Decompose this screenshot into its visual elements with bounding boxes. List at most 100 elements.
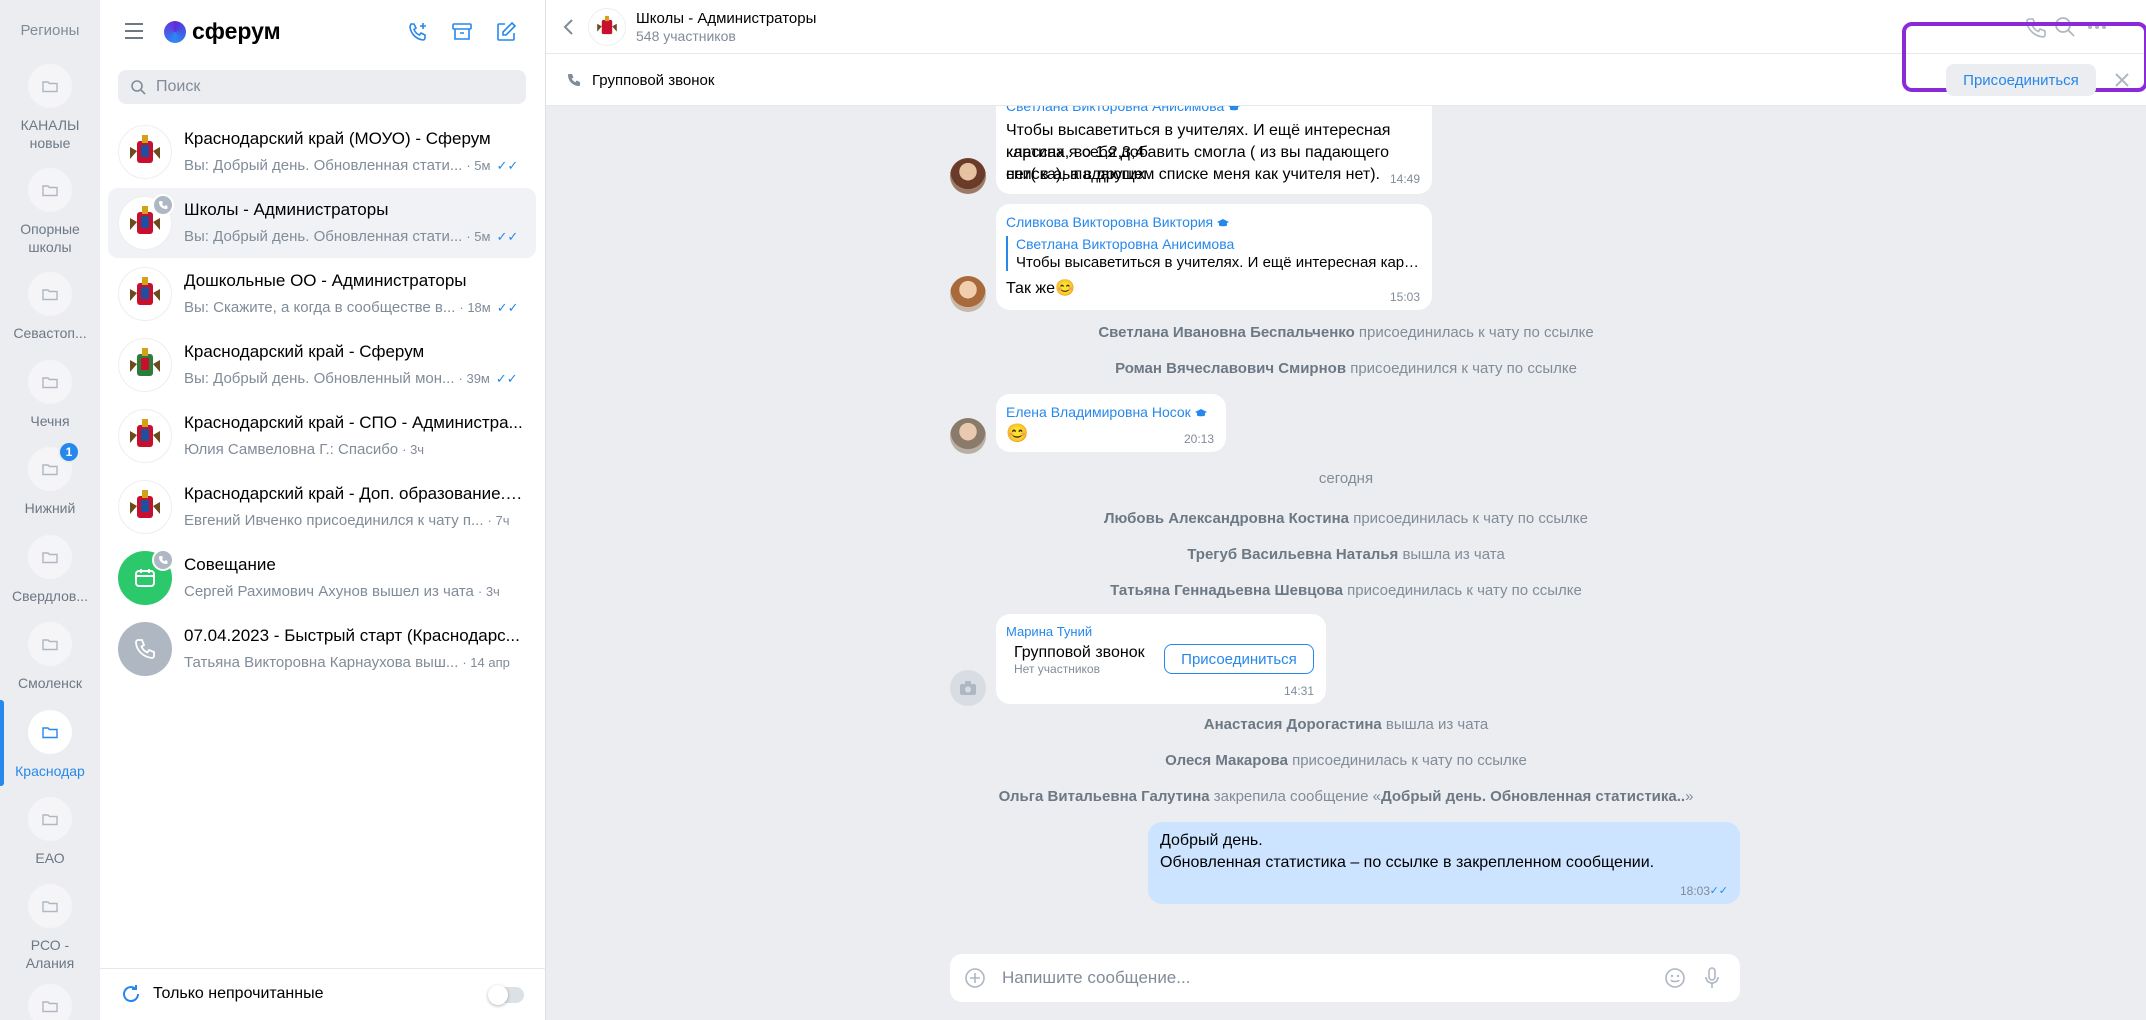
message-bubble[interactable]: Елена Владимировна Носок 😊 20:13 (996, 394, 1226, 452)
compose-icon[interactable] (494, 20, 518, 44)
call-card-participants: Нет участников (1014, 662, 1100, 676)
chat-avatar[interactable] (588, 8, 626, 46)
active-call-badge-icon (152, 194, 174, 216)
chat-item[interactable]: Дошкольные ОО - Администраторы Вы: Скажи… (108, 259, 536, 329)
folder-rso-alania[interactable]: РСО - Алания (4, 884, 96, 972)
folders-rail: Регионы КАНАЛЫ новые Опорные школы Севас… (0, 0, 100, 1020)
chat-item[interactable]: Совещание Сергей Рахимович Ахунов вышел … (108, 543, 536, 613)
service-message: Любовь Александровна Костина присоединил… (1104, 510, 1588, 527)
folder-sevastopol[interactable]: Севастоп... (4, 272, 96, 342)
sferum-logo: сферум (164, 18, 281, 45)
teacher-cap-icon (1217, 219, 1230, 227)
close-icon[interactable] (2112, 70, 2132, 90)
microphone-icon[interactable] (1704, 966, 1720, 990)
unread-filter-bar: Только непрочитанные (100, 968, 546, 1020)
folder-icon (28, 797, 72, 841)
teacher-cap-icon (1228, 106, 1241, 111)
search-input[interactable] (156, 78, 516, 96)
teacher-cap-icon (1194, 409, 1207, 417)
unread-only-label: Только непрочитанные (153, 985, 324, 1002)
pinned-message-notice[interactable]: Ольга Витальевна Галутина закрепила сооб… (546, 788, 2146, 805)
read-check-icon: ✓✓ (496, 157, 519, 173)
service-message: Татьяна Геннадьевна Шевцова присоединила… (1110, 582, 1582, 599)
folder-eao[interactable]: ЕАО (4, 797, 96, 867)
folder-icon (28, 984, 72, 1020)
folder-icon (28, 884, 72, 928)
service-message: Светлана Ивановна Беспальченко присоедин… (1098, 324, 1594, 341)
unread-badge: 1 (58, 441, 80, 463)
refresh-chat-icon (123, 985, 140, 1003)
service-message: Анастасия Дорогастина вышла из чата (1203, 716, 1489, 733)
krasnodar-coat-of-arms-avatar (118, 267, 172, 321)
attach-plus-icon[interactable] (964, 967, 986, 989)
read-check-icon: ✓✓ (496, 228, 519, 244)
archive-icon[interactable] (450, 20, 474, 44)
message-composer (950, 954, 1740, 1002)
active-call-badge-icon (152, 549, 174, 571)
service-message: Роман Вячеславович Смирнов присоединился… (1115, 360, 1577, 377)
brand-name: сферум (192, 18, 281, 44)
rail-title: Регионы (20, 22, 80, 39)
folder-icon (28, 360, 72, 404)
service-message: Трегуб Васильевна Наталья вышла из чата (1187, 546, 1505, 563)
folder-sverdlovsk[interactable]: Свердлов... (4, 535, 96, 605)
reply-quote[interactable]: Светлана Викторовна Анисимова Чтобы выса… (1006, 236, 1422, 271)
group-call-message[interactable]: Марина Туний Групповой звонок Нет участн… (996, 614, 1326, 704)
chat-list-header: сферум (100, 0, 546, 64)
chat-item[interactable]: Краснодарский край - СПО - Администра...… (108, 401, 536, 471)
folder-nizhny[interactable]: 1 Нижний (4, 441, 96, 517)
folder-icon (28, 168, 72, 212)
folder-channels-new[interactable]: КАНАЛЫ новые (4, 64, 96, 152)
read-check-icon: ✓✓ (496, 299, 519, 315)
chat-item[interactable]: Краснодарский край - Доп. образование. .… (108, 472, 536, 542)
message-bubble[interactable]: Светлана Викторовна Анисимова Чтобы выса… (996, 106, 1432, 190)
krasnodar-coat-of-arms-avatar (118, 125, 172, 179)
chat-view: Школы - Администраторы 548 участников Гр… (546, 0, 2146, 1020)
user-avatar[interactable] (950, 418, 986, 454)
chat-list-panel: сферум Краснодарский край (МОУО) - Сферу… (100, 0, 546, 1020)
read-check-icon: ✓✓ (495, 370, 518, 386)
camera-icon (960, 681, 976, 695)
outgoing-message-bubble[interactable]: Добрый день. Обновленная статистика – по… (1148, 822, 1740, 904)
folder-base-schools[interactable]: Опорные школы (4, 168, 96, 256)
folder-smolensk[interactable]: Смоленск (4, 622, 96, 692)
new-call-icon[interactable] (406, 20, 430, 44)
user-avatar[interactable] (950, 158, 986, 194)
folder-icon: 1 (28, 441, 80, 491)
message-bubble[interactable]: Сливкова Викторовна Виктория Светлана Ви… (996, 204, 1432, 310)
folder-krasnodar[interactable]: Краснодар (4, 710, 96, 780)
group-call-label: Групповой звонок (592, 72, 715, 89)
message-input[interactable] (1002, 966, 1642, 990)
service-message: Олеся Макарова присоединилась к чату по … (1165, 752, 1527, 769)
folder-chechnya[interactable]: Чечня (4, 360, 96, 430)
join-call-button[interactable]: Присоединиться (1946, 64, 2096, 96)
folder-icon (28, 272, 72, 316)
join-call-inline-button[interactable]: Присоединиться (1164, 644, 1314, 674)
chat-item[interactable]: Краснодарский край (МОУО) - Сферум Вы: Д… (108, 117, 536, 187)
call-card-title: Групповой звонок (1014, 644, 1145, 661)
krasnodar-coat-of-arms-avatar (118, 480, 172, 534)
search-icon (131, 80, 146, 95)
folder-icon (28, 535, 72, 579)
date-divider: сегодня (1318, 470, 1374, 487)
chat-item[interactable]: Краснодарский край - Сферум Вы: Добрый д… (108, 330, 536, 400)
folder-icon (28, 622, 72, 666)
krasnodar-coat-of-arms-avatar (118, 338, 172, 392)
user-avatar[interactable] (950, 276, 986, 312)
call-avatar (118, 622, 172, 676)
search-box[interactable] (118, 70, 526, 104)
chat-title[interactable]: Школы - Администраторы (636, 10, 816, 27)
unread-only-toggle[interactable] (488, 985, 524, 1005)
chat-item-active[interactable]: Школы - Администраторы Вы: Добрый день. … (108, 188, 536, 258)
read-check-icon: ✓✓ (1709, 885, 1728, 897)
folder-more[interactable] (4, 984, 96, 1020)
phone-icon (568, 74, 580, 86)
members-count[interactable]: 548 участников (636, 28, 736, 44)
folder-icon (28, 64, 72, 108)
back-icon[interactable] (562, 18, 576, 36)
krasnodar-coat-of-arms-avatar (118, 409, 172, 463)
chat-item[interactable]: 07.04.2023 - Быстрый старт (Краснодарс..… (108, 614, 536, 684)
user-avatar[interactable] (950, 670, 986, 706)
menu-icon[interactable] (124, 22, 144, 40)
emoji-icon[interactable] (1664, 967, 1686, 989)
